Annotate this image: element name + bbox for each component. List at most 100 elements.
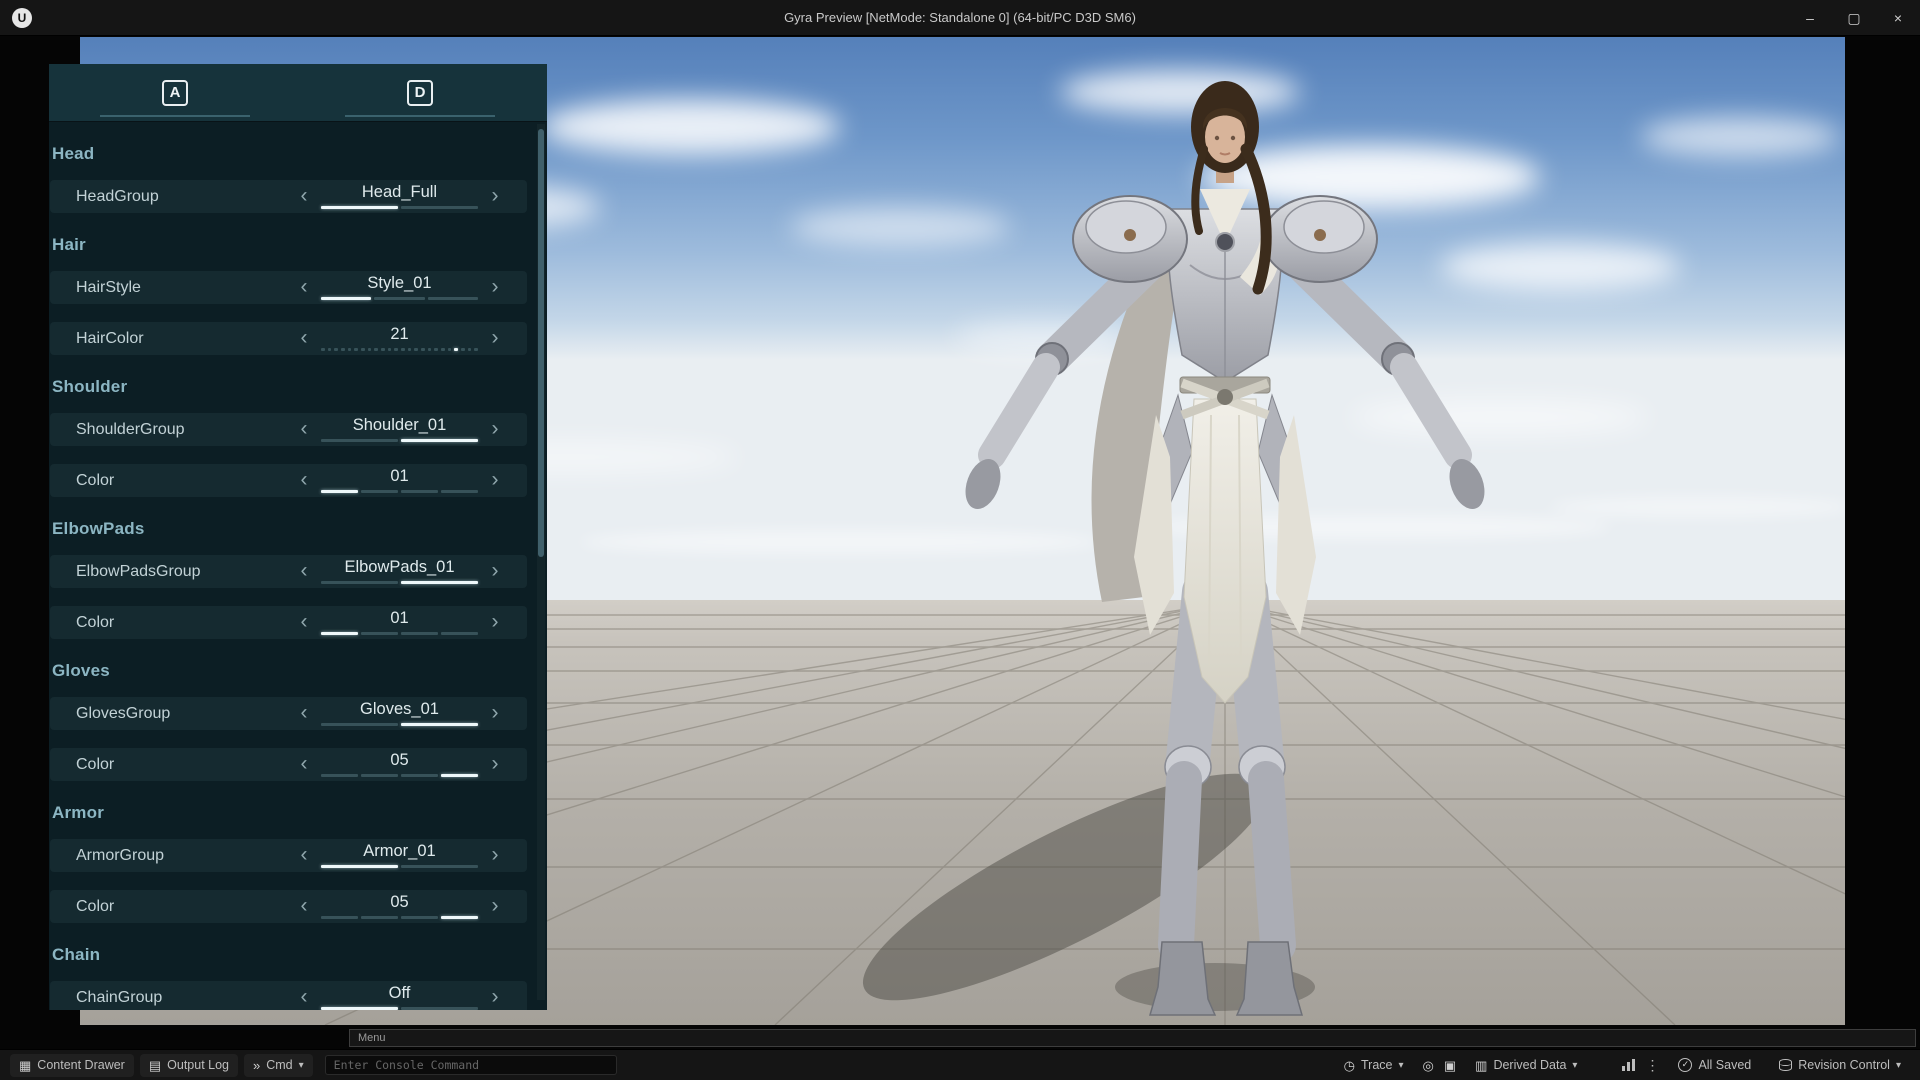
cmd-dropdown-button[interactable]: » Cmd ▾	[244, 1054, 313, 1077]
rotate-keys-header: A D	[49, 64, 547, 122]
prev-option-button[interactable]: ‹	[293, 271, 315, 304]
console-command-input[interactable]	[325, 1055, 617, 1075]
close-button[interactable]: ×	[1876, 0, 1920, 36]
option-segments	[321, 916, 478, 919]
all-saved-button[interactable]: ✓ All Saved	[1669, 1054, 1760, 1077]
target-icon[interactable]: ◎	[1423, 1059, 1434, 1072]
unreal-logo-icon[interactable]: U	[12, 8, 32, 28]
next-option-button[interactable]: ›	[484, 322, 506, 355]
param-value: Armor_01	[321, 842, 478, 861]
next-option-button[interactable]: ›	[484, 697, 506, 730]
next-option-button[interactable]: ›	[484, 413, 506, 446]
option-segments	[321, 581, 478, 584]
param-value: 05	[321, 751, 478, 770]
param-label: ArmorGroup	[76, 839, 164, 872]
prev-option-button[interactable]: ‹	[293, 322, 315, 355]
menu-label[interactable]: Menu	[358, 1032, 386, 1044]
param-label: HairStyle	[76, 271, 141, 304]
prev-option-button[interactable]: ‹	[293, 981, 315, 1010]
param-value: Style_01	[321, 274, 478, 293]
param-label: HairColor	[76, 322, 144, 355]
stats-graph-icon[interactable]	[1622, 1059, 1635, 1071]
param-label: Color	[76, 464, 114, 497]
prev-option-button[interactable]: ‹	[293, 748, 315, 781]
param-row-hairstyle: HairStyle ‹ Style_01 ›	[50, 271, 527, 304]
section-title-elbowpads: ElbowPads	[52, 519, 527, 539]
next-option-button[interactable]: ›	[484, 464, 506, 497]
trace-button[interactable]: ◷ Trace ▾	[1335, 1054, 1413, 1077]
param-row-haircolor: HairColor ‹ 21 ›	[50, 322, 527, 355]
content-drawer-button[interactable]: ▦ Content Drawer	[10, 1054, 134, 1077]
cmd-label: Cmd	[266, 1058, 292, 1072]
section-title-hair: Hair	[52, 235, 527, 255]
option-segments	[321, 297, 478, 300]
section-title-armor: Armor	[52, 803, 527, 823]
rotate-right-key-button[interactable]: D	[407, 80, 433, 106]
rotate-right-underline	[345, 115, 495, 117]
chevron-down-icon: ▾	[299, 1060, 304, 1071]
rotate-left-underline	[100, 115, 250, 117]
prev-option-button[interactable]: ‹	[293, 464, 315, 497]
panel-body: Head HeadGroup ‹ Head_Full › Hair HairSt…	[49, 122, 547, 1010]
screenshot-icon[interactable]: ▣	[1444, 1059, 1456, 1072]
option-segments	[321, 206, 478, 209]
prev-option-button[interactable]: ‹	[293, 180, 315, 213]
next-option-button[interactable]: ›	[484, 555, 506, 588]
next-option-button[interactable]: ›	[484, 890, 506, 923]
output-log-label: Output Log	[167, 1058, 229, 1072]
param-label: Color	[76, 606, 114, 639]
param-label: GlovesGroup	[76, 697, 170, 730]
param-value: Off	[321, 984, 478, 1003]
option-segments	[321, 632, 478, 635]
next-option-button[interactable]: ›	[484, 981, 506, 1010]
collapsed-toolbar: Menu	[349, 1029, 1916, 1047]
console-icon: »	[253, 1059, 260, 1072]
derived-data-label: Derived Data	[1493, 1058, 1566, 1072]
window-controls: – ▢ ×	[1788, 0, 1920, 36]
param-row-gloves-color: Color ‹ 05 ›	[50, 748, 527, 781]
prev-option-button[interactable]: ‹	[293, 697, 315, 730]
all-saved-label: All Saved	[1698, 1058, 1751, 1072]
param-label: Color	[76, 890, 114, 923]
param-row-shouldergroup: ShoulderGroup ‹ Shoulder_01 ›	[50, 413, 527, 446]
next-option-button[interactable]: ›	[484, 748, 506, 781]
param-value: 21	[321, 325, 478, 344]
maximize-button[interactable]: ▢	[1832, 0, 1876, 36]
status-bar-right-group: ◷ Trace ▾ ◎ ▣ ▥ Derived Data ▾ ⋮ ✓ All S…	[1335, 1054, 1910, 1077]
derived-data-icon: ▥	[1475, 1059, 1487, 1072]
prev-option-button[interactable]: ‹	[293, 890, 315, 923]
next-option-button[interactable]: ›	[484, 839, 506, 872]
option-segments	[321, 348, 478, 351]
prev-option-button[interactable]: ‹	[293, 606, 315, 639]
revision-control-button[interactable]: Revision Control ▾	[1770, 1054, 1910, 1077]
derived-data-button[interactable]: ▥ Derived Data ▾	[1466, 1054, 1586, 1077]
more-options-icon[interactable]: ⋮	[1645, 1057, 1659, 1074]
chevron-down-icon: ▾	[1572, 1060, 1577, 1071]
param-row-headgroup: HeadGroup ‹ Head_Full ›	[50, 180, 527, 213]
param-row-armor-color: Color ‹ 05 ›	[50, 890, 527, 923]
param-label: ShoulderGroup	[76, 413, 185, 446]
param-value: 01	[321, 467, 478, 486]
option-segments	[321, 490, 478, 493]
rotate-left-key-button[interactable]: A	[162, 80, 188, 106]
param-value: Gloves_01	[321, 700, 478, 719]
next-option-button[interactable]: ›	[484, 180, 506, 213]
chevron-down-icon: ▾	[1398, 1060, 1403, 1071]
title-bar: U Gyra Preview [NetMode: Standalone 0] (…	[0, 0, 1920, 36]
panel-scrollbar-thumb[interactable]	[538, 129, 544, 557]
chevron-down-icon: ▾	[1896, 1060, 1901, 1071]
prev-option-button[interactable]: ‹	[293, 555, 315, 588]
param-row-elbowpads-color: Color ‹ 01 ›	[50, 606, 527, 639]
minimize-button[interactable]: –	[1788, 0, 1832, 36]
output-log-button[interactable]: ▤ Output Log	[140, 1054, 238, 1077]
option-segments	[321, 439, 478, 442]
status-bar: ▦ Content Drawer ▤ Output Log » Cmd ▾ ◷ …	[0, 1049, 1920, 1080]
prev-option-button[interactable]: ‹	[293, 413, 315, 446]
param-row-shoulder-color: Color ‹ 01 ›	[50, 464, 527, 497]
param-value: ElbowPads_01	[321, 558, 478, 577]
section-title-chain: Chain	[52, 945, 527, 965]
next-option-button[interactable]: ›	[484, 271, 506, 304]
param-label: Color	[76, 748, 114, 781]
next-option-button[interactable]: ›	[484, 606, 506, 639]
prev-option-button[interactable]: ‹	[293, 839, 315, 872]
